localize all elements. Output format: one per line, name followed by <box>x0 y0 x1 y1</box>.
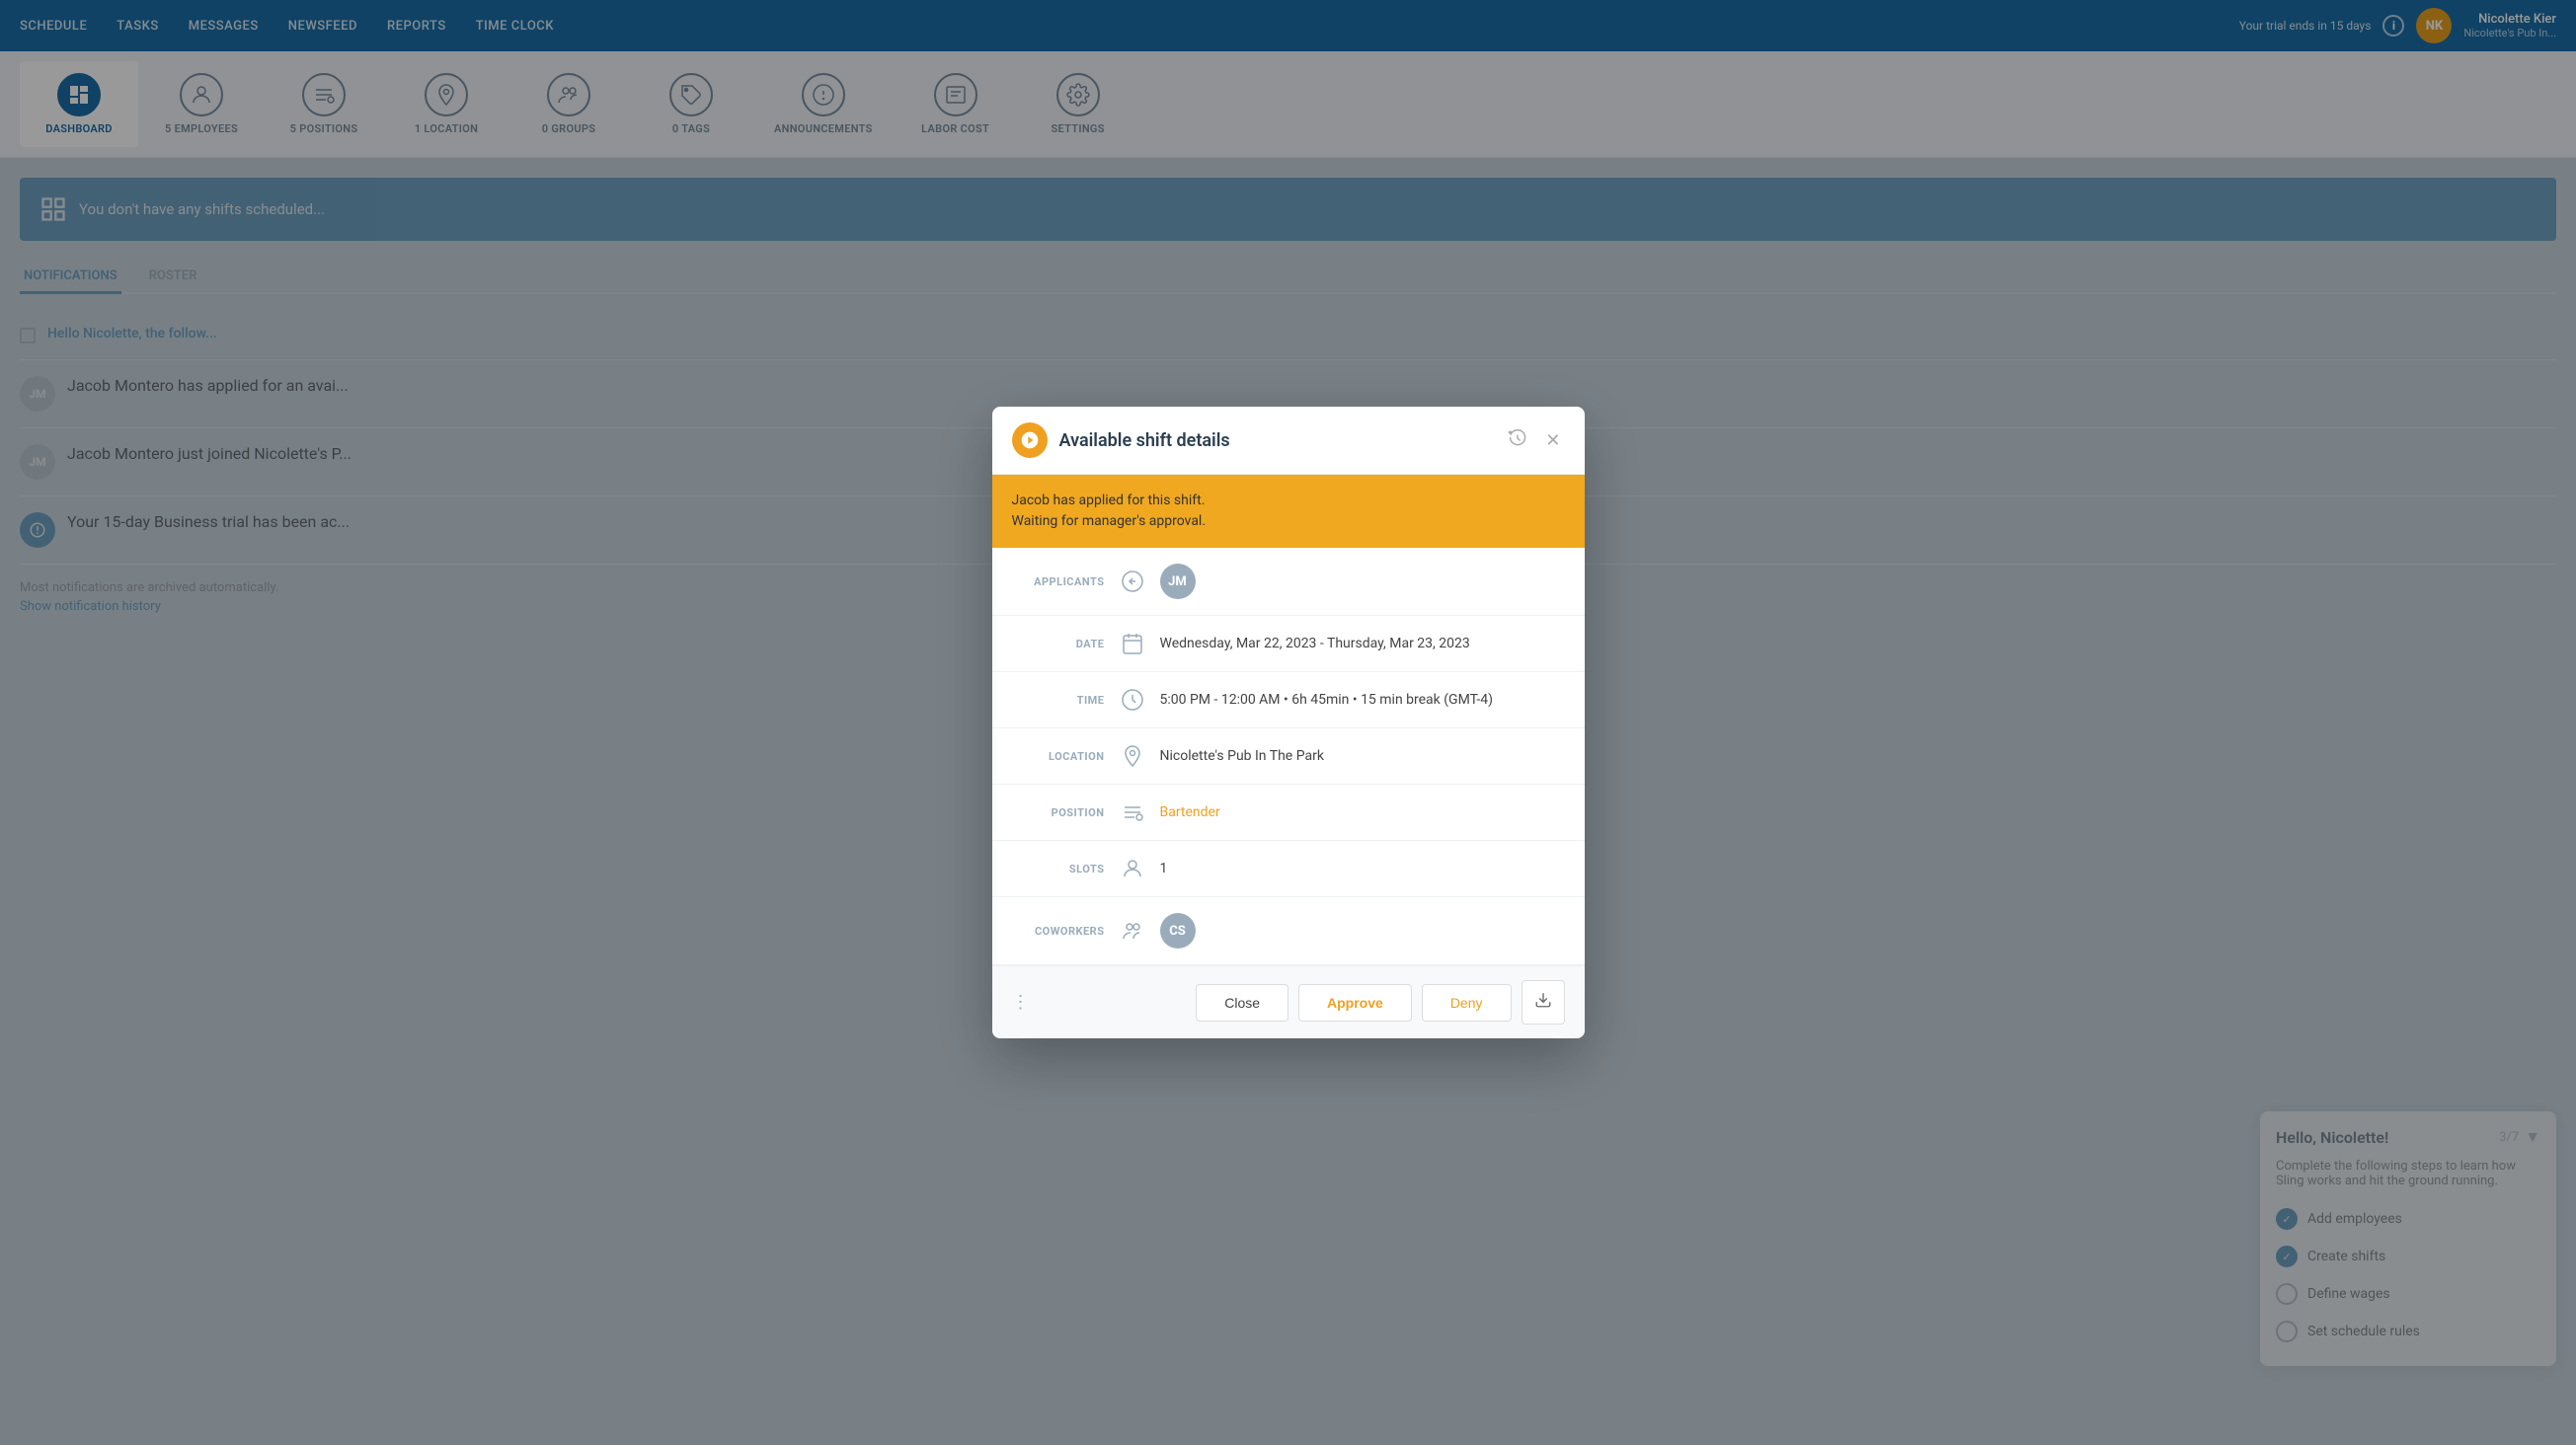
modal-history-icon[interactable] <box>1504 424 1531 457</box>
modal-logo-icon <box>1012 422 1048 458</box>
coworkers-icon <box>1119 919 1146 943</box>
approve-button[interactable]: Approve <box>1298 984 1412 1022</box>
date-label: DATE <box>1016 638 1105 650</box>
applicants-content: JM <box>1160 564 1561 599</box>
row-slots: SLOTS 1 <box>992 841 1585 897</box>
slots-label: SLOTS <box>1016 863 1105 875</box>
close-button[interactable]: Close <box>1196 984 1288 1022</box>
position-value[interactable]: Bartender <box>1160 804 1561 820</box>
row-coworkers: COWORKERS CS <box>992 897 1585 965</box>
date-value: Wednesday, Mar 22, 2023 - Thursday, Mar … <box>1160 636 1561 651</box>
time-value: 5:00 PM - 12:00 AM • 6h 45min • 15 min b… <box>1160 692 1561 708</box>
coworkers-content: CS <box>1160 913 1561 949</box>
modal-footer: ⋮ Close Approve Deny <box>992 965 1585 1038</box>
deny-button[interactable]: Deny <box>1422 984 1512 1022</box>
modal-overlay[interactable]: Available shift details ✕ Jacob has appl… <box>0 0 2576 1445</box>
modal-title: Available shift details <box>1059 430 1493 451</box>
modal-header: Available shift details ✕ <box>992 407 1585 475</box>
position-label: POSITION <box>1016 806 1105 819</box>
warning-line1: Jacob has applied for this shift. <box>1012 491 1565 511</box>
location-row-icon <box>1119 744 1146 768</box>
modal-header-icons: ✕ <box>1504 424 1564 457</box>
coworker-badge-cs: CS <box>1160 913 1196 949</box>
row-time: TIME 5:00 PM - 12:00 AM • 6h 45min • 15 … <box>992 672 1585 728</box>
applicants-icon <box>1119 570 1146 593</box>
slots-icon <box>1119 857 1146 880</box>
position-icon <box>1119 800 1146 824</box>
shift-details-modal: Available shift details ✕ Jacob has appl… <box>992 407 1585 1038</box>
row-applicants: APPLICANTS JM <box>992 548 1585 616</box>
coworkers-label: COWORKERS <box>1016 925 1105 938</box>
modal-body: APPLICANTS JM DATE Wednesday, Mar 22, 20… <box>992 548 1585 965</box>
applicants-label: APPLICANTS <box>1016 575 1105 588</box>
row-location: LOCATION Nicolette's Pub In The Park <box>992 728 1585 785</box>
applicant-badge-jm: JM <box>1160 564 1196 599</box>
date-icon <box>1119 632 1146 655</box>
row-date: DATE Wednesday, Mar 22, 2023 - Thursday,… <box>992 616 1585 672</box>
location-label: LOCATION <box>1016 750 1105 763</box>
time-label: TIME <box>1016 694 1105 707</box>
slots-value: 1 <box>1160 861 1561 876</box>
time-icon <box>1119 688 1146 712</box>
more-options-icon[interactable]: ⋮ <box>1012 992 1030 1013</box>
warning-line2: Waiting for manager's approval. <box>1012 511 1565 532</box>
warning-banner: Jacob has applied for this shift. Waitin… <box>992 475 1585 548</box>
modal-close-icon[interactable]: ✕ <box>1541 426 1564 455</box>
location-value: Nicolette's Pub In The Park <box>1160 748 1561 764</box>
export-button[interactable] <box>1522 980 1565 1025</box>
row-position: POSITION Bartender <box>992 785 1585 841</box>
